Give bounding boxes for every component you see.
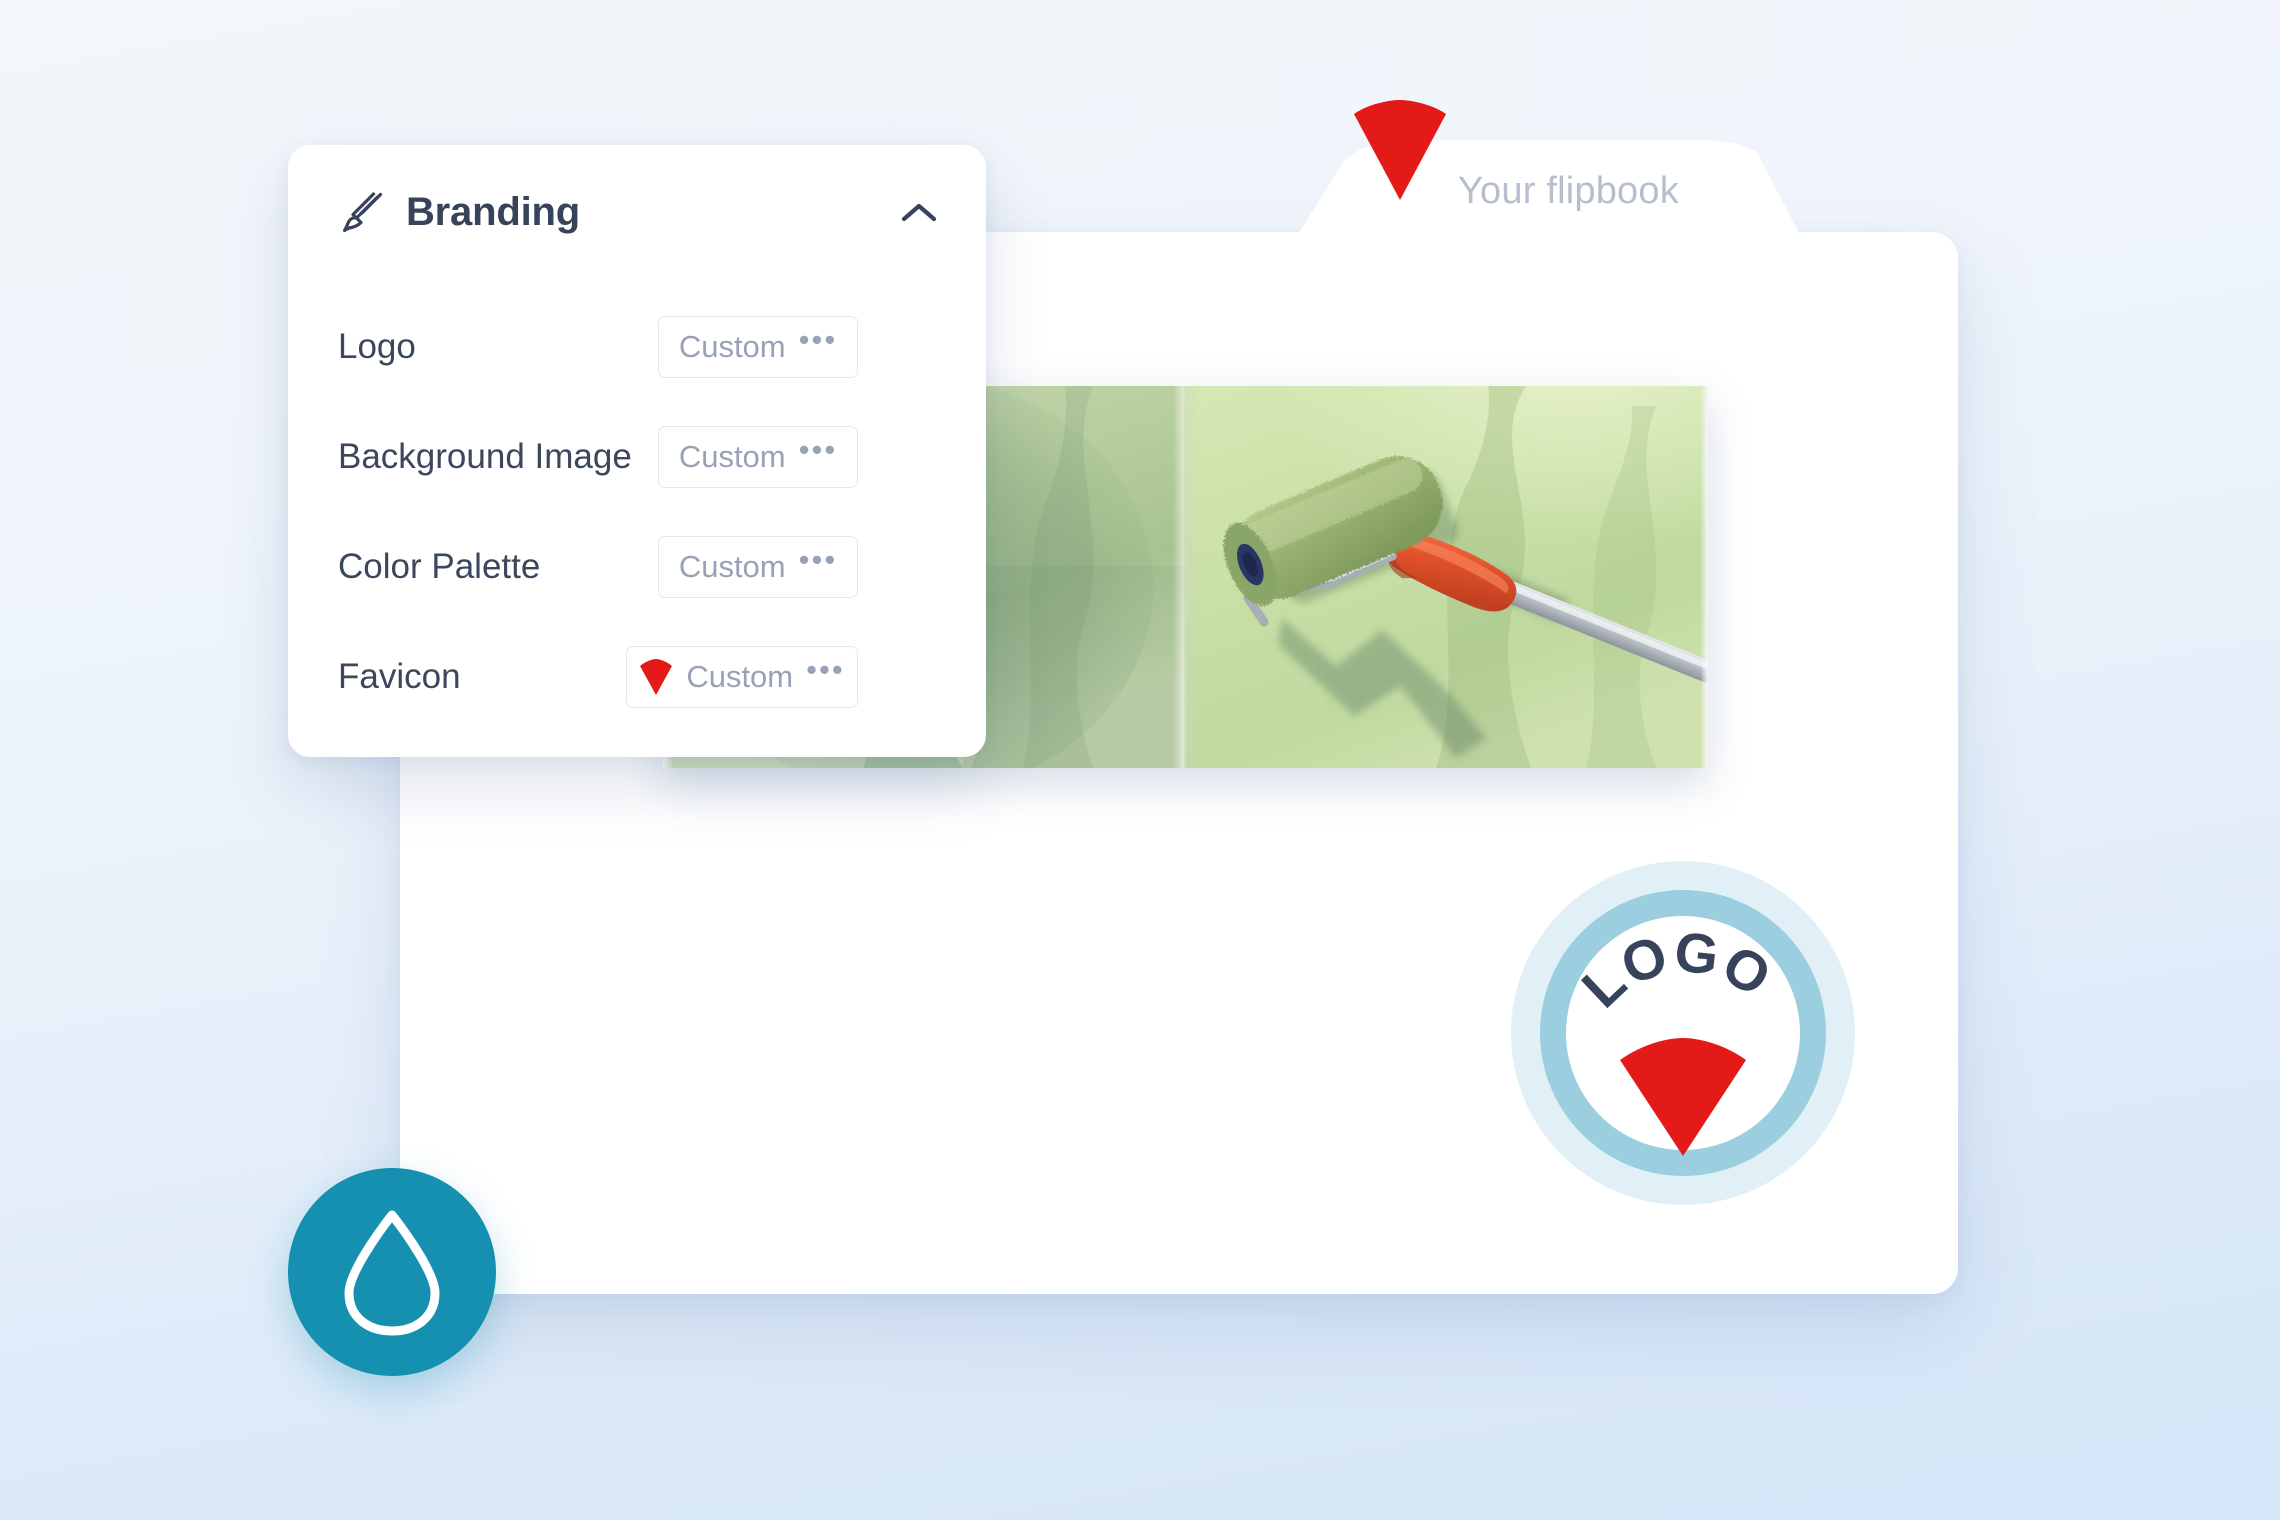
droplet-badge-button[interactable] xyxy=(288,1168,496,1376)
favicon-custom-label: Custom xyxy=(686,659,794,694)
browser-tab-label: Your flipbook xyxy=(1458,170,1679,212)
branding-row-logo: Logo Custom ••• xyxy=(288,311,986,383)
background-image-custom-label: Custom xyxy=(678,439,786,474)
logo-more-dots: ••• xyxy=(798,321,838,357)
logo-badge: LOGO xyxy=(1511,861,1855,1205)
logo-custom-label: Custom xyxy=(678,329,786,364)
row-label-logo: Logo xyxy=(338,327,416,366)
logo-custom-button[interactable]: Custom ••• xyxy=(658,316,858,378)
background-image-custom-button[interactable]: Custom ••• xyxy=(658,426,858,488)
tab-favicon-icon xyxy=(1354,100,1446,200)
page-fold xyxy=(1172,386,1199,768)
paint-brush-icon xyxy=(342,192,383,233)
flipbook-page-right xyxy=(1185,386,1708,768)
row-label-color-palette: Color Palette xyxy=(338,547,541,586)
favicon-more-dots: ••• xyxy=(806,651,845,687)
chevron-up-icon[interactable] xyxy=(898,197,940,229)
color-palette-more-dots: ••• xyxy=(798,541,838,577)
page-edge-right xyxy=(1701,386,1708,768)
row-label-background-image: Background Image xyxy=(338,437,632,476)
color-palette-custom-button[interactable]: Custom ••• xyxy=(658,536,858,598)
favicon-preview-icon xyxy=(640,659,673,695)
favicon-custom-button[interactable]: Custom ••• xyxy=(626,646,858,708)
branding-row-color-palette: Color Palette Custom ••• xyxy=(288,531,986,603)
screenshot-canvas: Your flipbook LOGO Branding Logo Custom … xyxy=(0,0,2280,1520)
background-image-more-dots: ••• xyxy=(798,431,838,467)
panel-title: Branding xyxy=(406,190,580,234)
branding-row-favicon: Favicon Custom ••• xyxy=(288,641,986,713)
row-label-favicon: Favicon xyxy=(338,657,461,696)
water-droplet-icon xyxy=(344,1210,440,1336)
branding-panel: Branding Logo Custom ••• Background Imag… xyxy=(288,145,986,757)
color-palette-custom-label: Custom xyxy=(678,549,786,584)
branding-row-background-image: Background Image Custom ••• xyxy=(288,421,986,493)
